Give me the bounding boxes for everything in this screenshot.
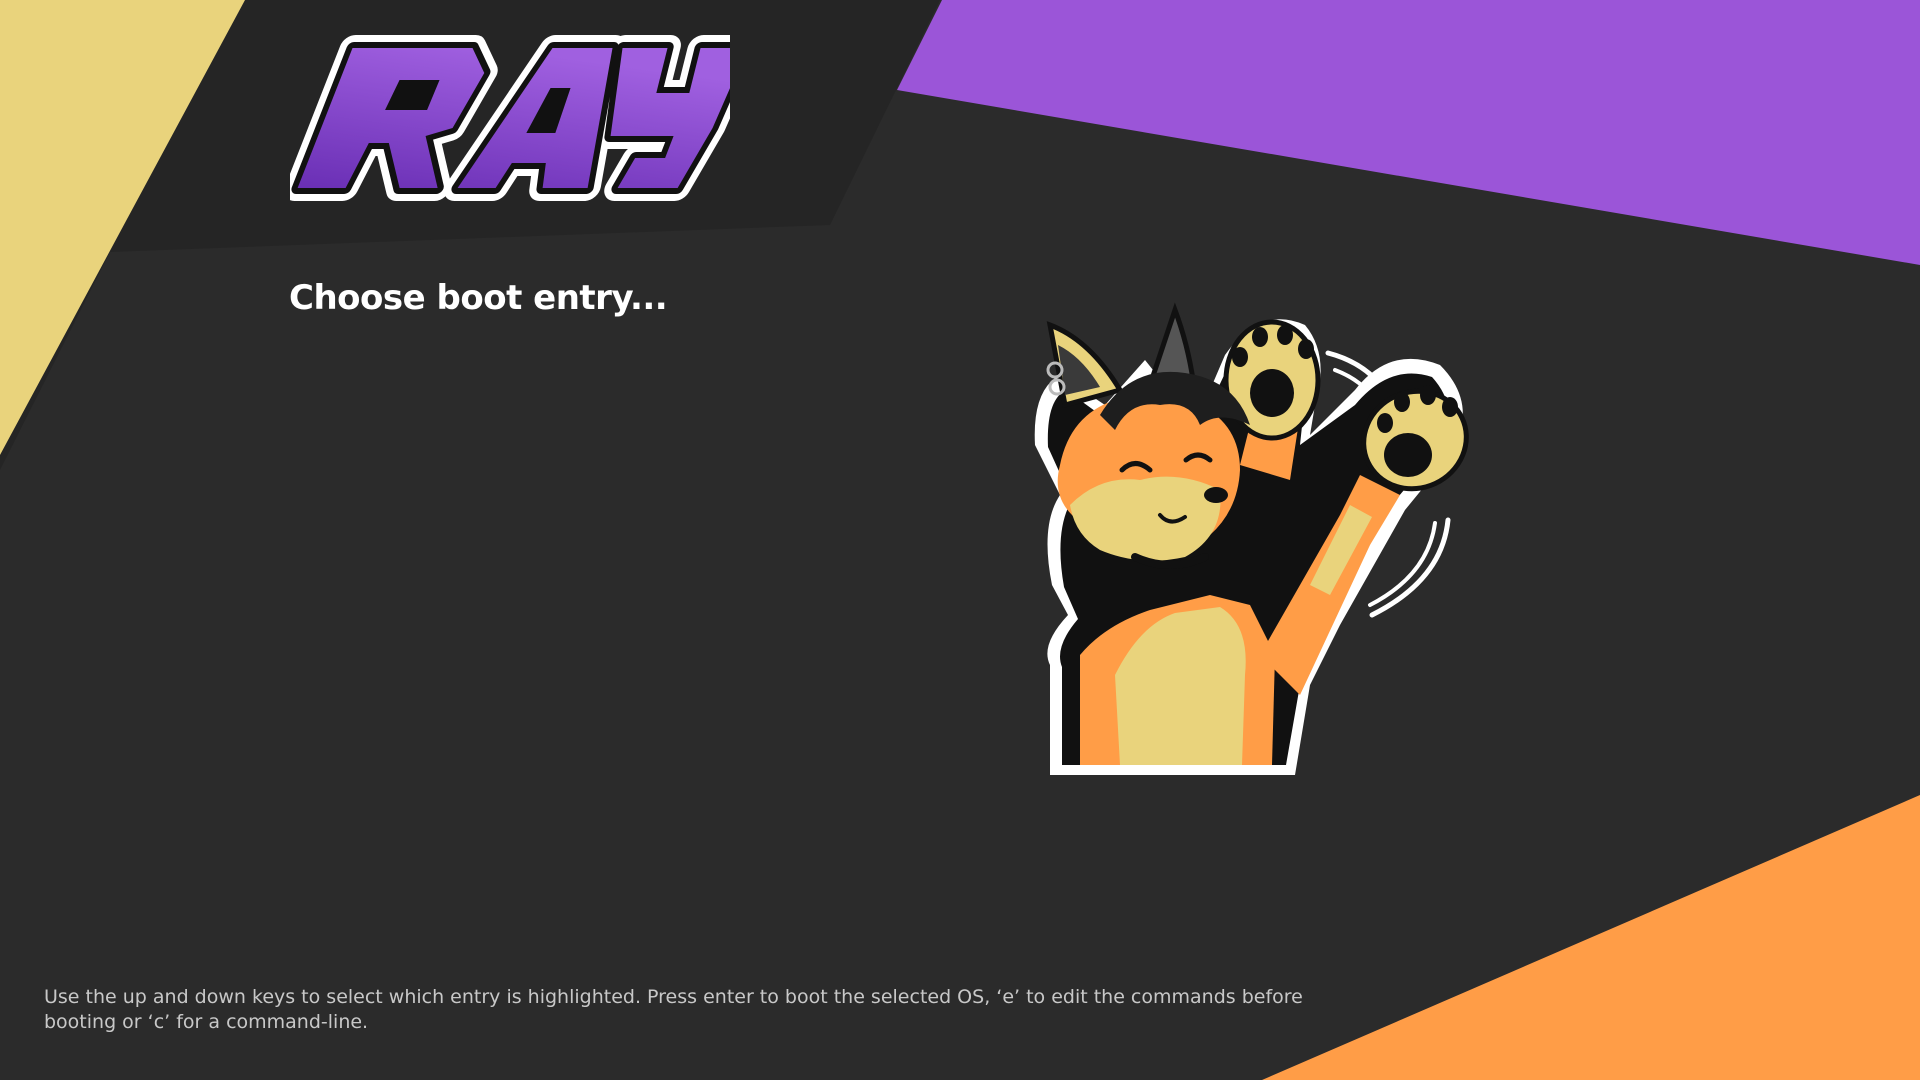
- boot-entry-list[interactable]: [289, 340, 989, 940]
- menu-title: Choose boot entry...: [289, 278, 668, 318]
- boot-screen: Choose boot entry... Use the up and down…: [0, 0, 1920, 1080]
- fox-mascot-image: [1034, 302, 1469, 775]
- orange-wedge: [1262, 795, 1920, 1080]
- help-text: Use the up and down keys to select which…: [44, 986, 1303, 1033]
- ray-logo: [290, 35, 730, 201]
- purple-band: [897, 0, 1920, 265]
